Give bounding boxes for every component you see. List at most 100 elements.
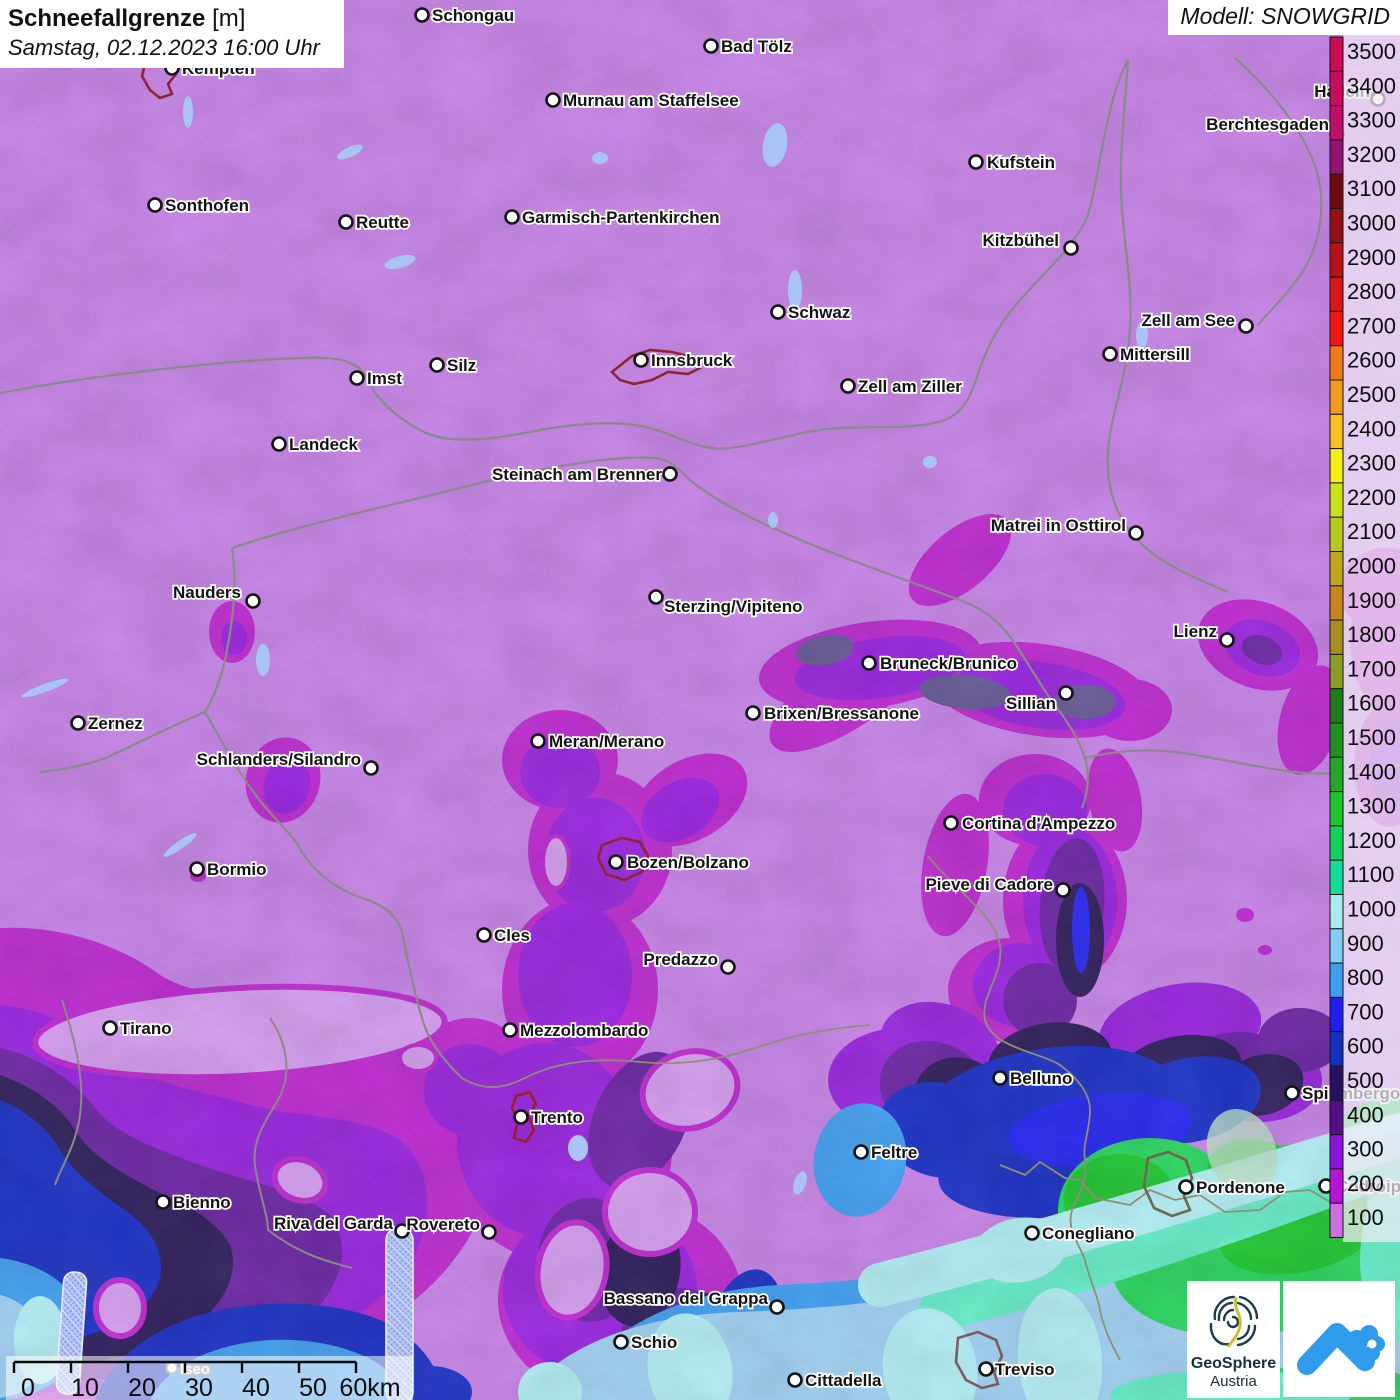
legend-cell-200 xyxy=(1329,1168,1344,1204)
city-dot xyxy=(545,92,561,108)
legend-label-1100: 1100 xyxy=(1347,862,1394,887)
city-label: Trento xyxy=(531,1108,583,1127)
city-label: Meran/Merano xyxy=(549,732,664,751)
model-label: Modell: SNOWGRID xyxy=(1180,3,1390,29)
snowfall-limit-map: SchongauBad TölzKemptenMurnau am Staffel… xyxy=(0,0,1400,1400)
city-label: Mezzolombardo xyxy=(520,1021,648,1040)
map-title-box: Schneefallgrenze [m] Samstag, 02.12.2023… xyxy=(0,0,344,68)
legend-cell-3300 xyxy=(1329,105,1344,141)
city-label: Conegliano xyxy=(1042,1224,1135,1243)
city-dot xyxy=(613,1334,629,1350)
city-label: Sterzing/Vipiteno xyxy=(664,597,803,616)
city-dot xyxy=(502,1022,518,1038)
city-dot xyxy=(1058,685,1074,701)
legend-label-200: 200 xyxy=(1347,1171,1384,1196)
city-label: Zell am See xyxy=(1141,311,1235,330)
legend-label-2700: 2700 xyxy=(1347,313,1396,338)
city-label: Cittadella xyxy=(805,1371,882,1390)
legend-cell-3000 xyxy=(1329,208,1344,244)
city-dot xyxy=(155,1194,171,1210)
city-label: Bruneck/Brunico xyxy=(880,654,1017,673)
model-label-box: Modell: SNOWGRID xyxy=(1168,0,1400,35)
legend-cell-800 xyxy=(1329,962,1344,998)
city-dot xyxy=(1284,1085,1300,1101)
legend-cell-700 xyxy=(1329,996,1344,1033)
city-dot xyxy=(968,154,984,170)
legend-label-3500: 3500 xyxy=(1347,39,1396,64)
title-unit: [m] xyxy=(212,5,246,32)
legend-cell-2500 xyxy=(1329,379,1344,415)
city-dot xyxy=(1063,240,1079,256)
city-dot xyxy=(703,38,719,54)
legend-colorbar: 3500 3400 3300 3200 3100 3000 2900 2800 2700 2600… xyxy=(1329,30,1400,1242)
city-dot xyxy=(745,705,761,721)
scalebar-label: 10 xyxy=(71,1374,99,1400)
legend-label-700: 700 xyxy=(1347,999,1384,1024)
legend-label-300: 300 xyxy=(1347,1137,1384,1162)
city-dot xyxy=(1024,1225,1040,1241)
city-label: Murnau am Staffelsee xyxy=(563,91,739,110)
city-dot xyxy=(414,7,430,23)
city-label: Sonthofen xyxy=(165,196,249,215)
city-label: Matrei in Osttirol xyxy=(991,516,1126,535)
city-label: Schwaz xyxy=(788,303,850,322)
legend-cell-1700 xyxy=(1329,653,1344,690)
scalebar: 0 10 20 30 40 50 60km xyxy=(6,1356,413,1400)
city-dot xyxy=(769,1299,785,1315)
city-label: Nauders xyxy=(173,583,241,602)
city-label: Sillian xyxy=(1006,694,1056,713)
city-label: Brixen/Bressanone xyxy=(764,704,919,723)
legend-label-2500: 2500 xyxy=(1347,382,1396,407)
city-dot xyxy=(429,357,445,373)
city-dot xyxy=(943,815,959,831)
city-label: Tirano xyxy=(120,1019,172,1038)
legend-label-3000: 3000 xyxy=(1347,211,1396,236)
city-dot xyxy=(147,197,163,213)
city-label: Landeck xyxy=(289,435,359,454)
legend-label-1500: 1500 xyxy=(1347,725,1396,750)
legend-label-2300: 2300 xyxy=(1347,451,1396,476)
city-label: Belluno xyxy=(1010,1069,1072,1088)
city-label: Pordenone xyxy=(1196,1178,1285,1197)
city-dot xyxy=(70,715,86,731)
city-dot xyxy=(853,1144,869,1160)
legend-cell-2600 xyxy=(1329,345,1344,381)
city-label: Schongau xyxy=(432,6,514,25)
legend-cell-1600 xyxy=(1329,688,1344,724)
city-label: Cortina d'Ampezzo xyxy=(962,814,1115,833)
scalebar-label: 40 xyxy=(242,1374,270,1400)
city-dot xyxy=(1055,882,1071,898)
legend-cell-1200 xyxy=(1329,825,1344,861)
city-dot xyxy=(271,436,287,452)
city-dot xyxy=(633,352,649,368)
city-dot xyxy=(720,959,736,975)
logo-country: Austria xyxy=(1210,1373,1257,1391)
city-dot xyxy=(245,593,261,609)
city-label: Steinach am Brenner xyxy=(492,465,662,484)
legend-label-1900: 1900 xyxy=(1347,588,1396,613)
city-label: Bad Tölz xyxy=(721,37,792,56)
city-label: Silz xyxy=(447,356,476,375)
legend-cell-600 xyxy=(1329,1031,1344,1067)
city-label: Garmisch-Partenkirchen xyxy=(522,208,719,227)
legend-label-400: 400 xyxy=(1347,1102,1384,1127)
title-parameter: Schneefallgrenze xyxy=(8,5,206,32)
city-dot xyxy=(476,927,492,943)
city-label: Kitzbühel xyxy=(983,231,1060,250)
legend-cell-2100 xyxy=(1329,516,1344,553)
map-title: Schneefallgrenze [m] xyxy=(8,5,336,33)
city-label: Reutte xyxy=(356,213,409,232)
city-dot xyxy=(770,304,786,320)
legend-label-1000: 1000 xyxy=(1347,897,1396,922)
legend-label-100: 100 xyxy=(1347,1205,1384,1230)
legend-label-3300: 3300 xyxy=(1347,108,1396,133)
city-dot xyxy=(861,655,877,671)
legend-label-3200: 3200 xyxy=(1347,142,1396,167)
city-dot xyxy=(102,1020,118,1036)
legend-label-2600: 2600 xyxy=(1347,348,1396,373)
legend-label-1300: 1300 xyxy=(1347,794,1396,819)
legend-cell-2200 xyxy=(1329,482,1344,518)
city-dot xyxy=(787,1372,803,1388)
city-label: Cles xyxy=(494,926,530,945)
legend-label-1800: 1800 xyxy=(1347,622,1396,647)
